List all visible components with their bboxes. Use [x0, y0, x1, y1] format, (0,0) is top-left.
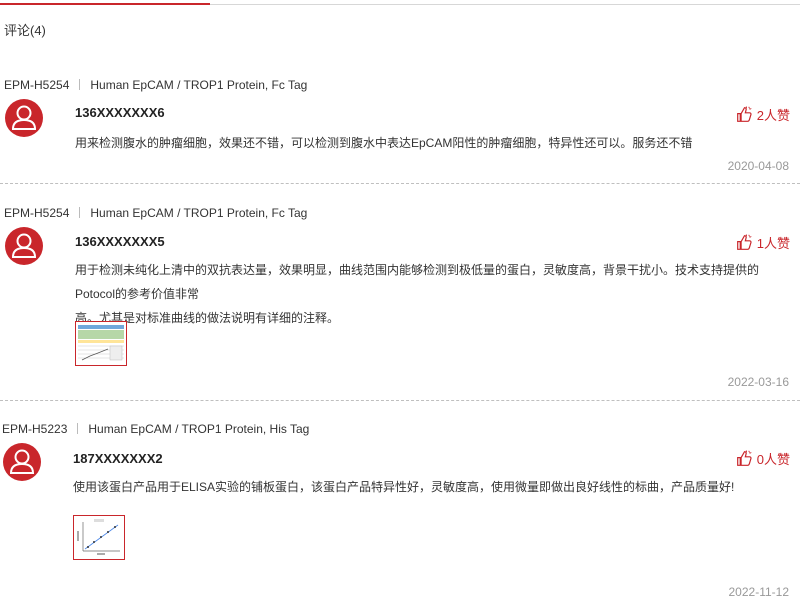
like-button[interactable]: 0人赞 [736, 449, 790, 468]
product-name: Human EpCAM / TROP1 Protein, Fc Tag [90, 206, 308, 220]
product-name: Human EpCAM / TROP1 Protein, His Tag [88, 422, 310, 436]
review-text: 用来检测腹水的肿瘤细胞，效果还不错，可以检测到腹水中表达EpCAM阳性的肿瘤细胞… [75, 131, 692, 155]
product-line[interactable]: EPM-H5254 Human EpCAM / TROP1 Protein, Fc… [4, 78, 307, 92]
user-avatar-icon [3, 443, 41, 481]
review-text: 用于检测未纯化上清中的双抗表达量，效果明显，曲线范围内能够检测到极低量的蛋白，灵… [75, 258, 795, 330]
review-date: 2022-11-12 [728, 585, 790, 599]
standard-curve-thumbnail-icon[interactable] [73, 515, 125, 560]
user-avatar-icon [5, 227, 43, 265]
user-avatar-icon [5, 99, 43, 137]
review-text-line: 高。尤其是对标准曲线的做法说明有详细的注释。 [75, 311, 340, 325]
like-count: 0人赞 [756, 452, 790, 467]
like-count: 2人赞 [756, 108, 790, 123]
thumbs-up-icon [736, 450, 752, 466]
product-line[interactable]: EPM-H5223 Human EpCAM / TROP1 Protein, Hi… [2, 422, 309, 436]
like-button[interactable]: 2人赞 [736, 105, 790, 124]
review-date: 2022-03-16 [727, 375, 789, 389]
review-text-line: 使用该蛋白产品用于ELISA实验的铺板蛋白，该蛋白产品特异性好，灵敏度高，使用微… [73, 480, 735, 494]
thumbs-up-icon [736, 234, 752, 250]
review-divider [0, 400, 800, 401]
reviewer-name: 136XXXXXXX6 [75, 105, 165, 120]
review-date: 2020-04-08 [727, 159, 789, 173]
thumbs-up-icon [736, 106, 752, 122]
review-divider [0, 183, 800, 184]
review-text: 使用该蛋白产品用于ELISA实验的铺板蛋白，该蛋白产品特异性好，灵敏度高，使用微… [73, 475, 734, 499]
divider [77, 423, 79, 434]
reviewer-name: 187XXXXXXX2 [73, 451, 163, 466]
like-button[interactable]: 1人赞 [736, 233, 790, 252]
review-item: EPM-H5254 Human EpCAM / TROP1 Protein, Fc… [0, 0, 800, 190]
product-name: Human EpCAM / TROP1 Protein, Fc Tag [90, 78, 308, 92]
spreadsheet-thumbnail-icon[interactable] [75, 321, 127, 366]
review-text-line: 用来检测腹水的肿瘤细胞，效果还不错，可以检测到腹水中表达EpCAM阳性的肿瘤细胞… [75, 136, 693, 150]
product-code: EPM-H5223 [2, 422, 68, 436]
product-code: EPM-H5254 [4, 78, 70, 92]
divider [79, 207, 81, 218]
reviewer-name: 136XXXXXXX5 [75, 234, 165, 249]
product-code: EPM-H5254 [4, 206, 70, 220]
product-line[interactable]: EPM-H5254 Human EpCAM / TROP1 Protein, Fc… [4, 206, 307, 220]
review-text-line: 用于检测未纯化上清中的双抗表达量，效果明显，曲线范围内能够检测到极低量的蛋白，灵… [75, 263, 760, 301]
divider [79, 79, 81, 90]
like-count: 1人赞 [756, 236, 790, 251]
